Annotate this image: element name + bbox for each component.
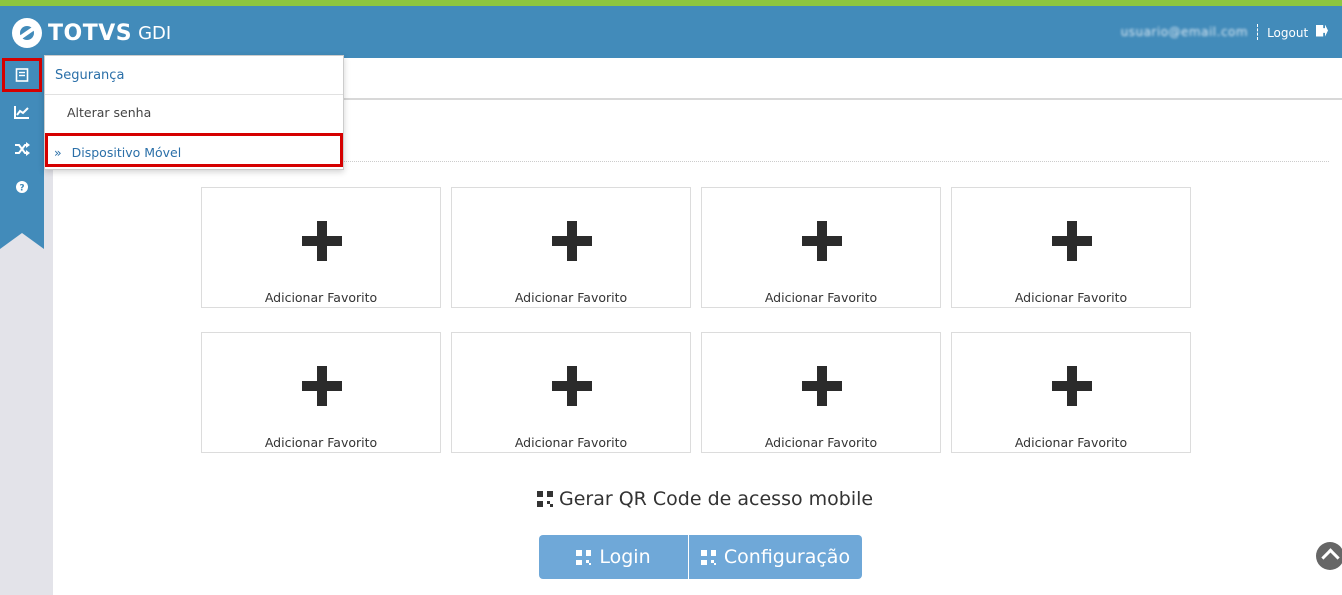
- section-divider: [196, 161, 1329, 162]
- qr-section-title: Gerar QR Code de acesso mobile: [537, 488, 873, 510]
- sidebar-item-processes[interactable]: [2, 132, 42, 166]
- user-email[interactable]: usuario@email.com: [1121, 25, 1248, 39]
- plus-icon: [802, 366, 842, 406]
- favorite-slot[interactable]: Adicionar Favorito: [951, 187, 1191, 308]
- plus-icon: [1052, 221, 1092, 261]
- favorite-slot[interactable]: Adicionar Favorito: [701, 187, 941, 308]
- notebook-icon: [15, 68, 29, 82]
- favorite-slot[interactable]: Adicionar Favorito: [201, 332, 441, 453]
- sidebar-item-help[interactable]: ?: [2, 170, 42, 204]
- qr-login-button[interactable]: Login: [539, 535, 689, 579]
- plus-icon: [552, 366, 592, 406]
- shuffle-icon: [15, 142, 30, 156]
- plus-icon: [802, 221, 842, 261]
- svg-text:?: ?: [19, 184, 24, 194]
- favorite-label: Adicionar Favorito: [764, 290, 878, 305]
- favorite-slot[interactable]: Adicionar Favorito: [451, 187, 691, 308]
- qr-title-text: Gerar QR Code de acesso mobile: [559, 488, 874, 510]
- help-icon: ?: [16, 181, 28, 194]
- chart-icon: [14, 106, 29, 119]
- qr-config-label: Configuração: [723, 546, 851, 568]
- sidebar-item-security[interactable]: [2, 58, 42, 92]
- menu-item-alterar-senha[interactable]: Alterar senha: [45, 96, 343, 130]
- favorite-label: Adicionar Favorito: [264, 435, 378, 450]
- favorite-slot[interactable]: Adicionar Favorito: [951, 332, 1191, 453]
- logo-mark-icon: [12, 18, 42, 48]
- top-header: TOTVS GDI usuario@email.com Logout: [0, 6, 1342, 58]
- favorite-label: Adicionar Favorito: [514, 435, 628, 450]
- menu-item-label: Dispositivo Móvel: [71, 145, 182, 160]
- plus-icon: [302, 221, 342, 261]
- user-area: usuario@email.com Logout: [1121, 24, 1328, 40]
- logout-link[interactable]: Logout: [1267, 24, 1328, 40]
- plus-icon: [1052, 366, 1092, 406]
- content-toolbar: [344, 58, 1342, 100]
- menu-item-label: Alterar senha: [67, 105, 152, 120]
- favorite-slot[interactable]: Adicionar Favorito: [701, 332, 941, 453]
- qr-code-icon: [576, 549, 592, 565]
- chevron-right-icon: »: [54, 145, 62, 160]
- sidebar-item-reports[interactable]: [2, 95, 42, 129]
- favorite-slot[interactable]: Adicionar Favorito: [451, 332, 691, 453]
- qr-login-label: Login: [599, 546, 651, 568]
- totvs-logo[interactable]: TOTVS GDI: [12, 18, 171, 48]
- qr-button-group: Login Configuração: [539, 535, 862, 579]
- plus-icon: [302, 366, 342, 406]
- favorite-label: Adicionar Favorito: [1014, 435, 1128, 450]
- menu-item-dispositivo-movel[interactable]: » Dispositivo Móvel: [45, 133, 343, 167]
- favorite-label: Adicionar Favorito: [264, 290, 378, 305]
- security-dropdown: Segurança Alterar senha » Dispositivo Mó…: [44, 55, 344, 170]
- header-divider: [1257, 24, 1259, 40]
- logout-icon: [1316, 24, 1328, 37]
- qr-code-icon: [537, 491, 553, 507]
- qr-code-icon: [700, 549, 716, 565]
- favorite-label: Adicionar Favorito: [764, 435, 878, 450]
- favorite-label: Adicionar Favorito: [1014, 290, 1128, 305]
- logout-label: Logout: [1267, 25, 1309, 40]
- favorite-slot[interactable]: Adicionar Favorito: [201, 187, 441, 308]
- scroll-to-top-button[interactable]: [1316, 542, 1342, 570]
- favorite-label: Adicionar Favorito: [514, 290, 628, 305]
- logo-text: TOTVS: [48, 20, 133, 46]
- dropdown-title: Segurança: [45, 56, 343, 95]
- qr-config-button[interactable]: Configuração: [689, 535, 862, 579]
- plus-icon: [552, 221, 592, 261]
- logo-subtext: GDI: [138, 22, 172, 44]
